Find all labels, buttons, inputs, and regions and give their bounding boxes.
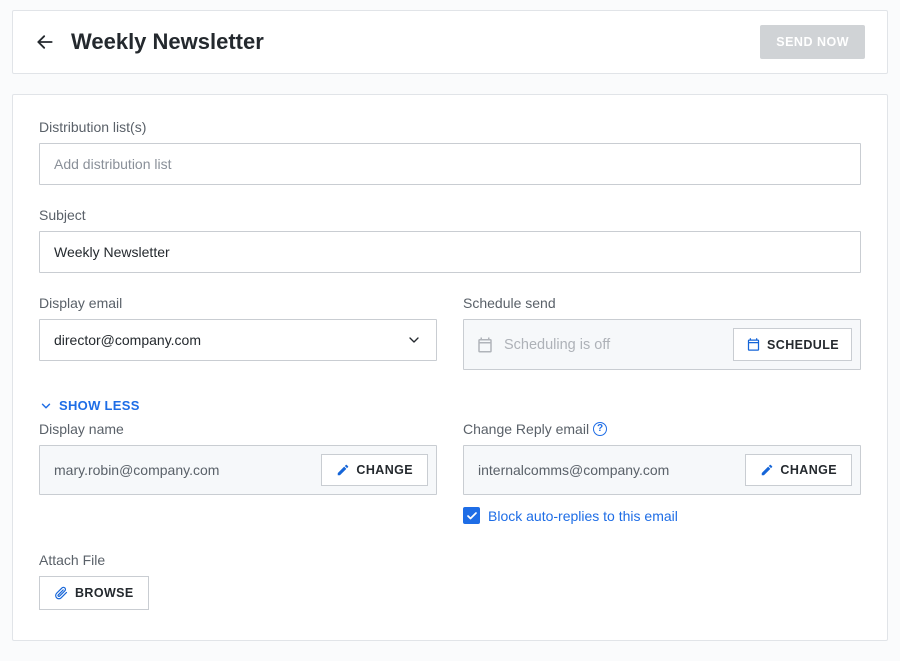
show-less-label: SHOW LESS [59, 398, 140, 413]
display-name-label: Display name [39, 421, 437, 437]
schedule-box: Scheduling is off SCHEDULE [463, 319, 861, 370]
display-email-value: director@company.com [54, 332, 201, 348]
block-auto-replies-checkbox[interactable]: Block auto-replies to this email [463, 507, 861, 524]
browse-button-label: BROWSE [75, 586, 134, 600]
display-name-change-button[interactable]: CHANGE [321, 454, 428, 486]
display-name-value: mary.robin@company.com [54, 462, 311, 478]
schedule-field: Schedule send Scheduling is off SCHEDULE [463, 295, 861, 370]
display-email-label: Display email [39, 295, 437, 311]
display-email-field: Display email director@company.com [39, 295, 437, 370]
subject-input[interactable] [39, 231, 861, 273]
display-name-box: mary.robin@company.com CHANGE [39, 445, 437, 495]
show-less-toggle[interactable]: SHOW LESS [39, 398, 140, 413]
send-now-button[interactable]: SEND NOW [760, 25, 865, 59]
help-icon[interactable]: ? [593, 422, 607, 436]
schedule-status-text: Scheduling is off [504, 337, 723, 353]
compose-form: Distribution list(s) Subject Display ema… [12, 94, 888, 641]
display-name-field: Display name mary.robin@company.com CHAN… [39, 421, 437, 524]
display-name-change-label: CHANGE [356, 463, 413, 477]
distribution-field: Distribution list(s) [39, 119, 861, 185]
pencil-icon [336, 463, 350, 477]
header-bar: Weekly Newsletter SEND NOW [12, 10, 888, 74]
schedule-button[interactable]: SCHEDULE [733, 328, 852, 361]
reply-email-change-label: CHANGE [780, 463, 837, 477]
display-email-select[interactable]: director@company.com [39, 319, 437, 361]
checkbox-checked-icon [463, 507, 480, 524]
pencil-icon [760, 463, 774, 477]
subject-label: Subject [39, 207, 861, 223]
reply-email-change-button[interactable]: CHANGE [745, 454, 852, 486]
calendar-off-icon [476, 336, 494, 354]
reply-email-box: internalcomms@company.com CHANGE [463, 445, 861, 495]
attach-file-label: Attach File [39, 552, 861, 568]
subject-field: Subject [39, 207, 861, 273]
browse-button[interactable]: BROWSE [39, 576, 149, 610]
calendar-icon [746, 337, 761, 352]
arrow-left-icon [35, 32, 55, 52]
chevron-down-icon [39, 399, 53, 413]
reply-email-field: Change Reply email ? internalcomms@compa… [463, 421, 861, 524]
chevron-down-icon [406, 332, 422, 348]
reply-email-label: Change Reply email ? [463, 421, 861, 437]
schedule-button-label: SCHEDULE [767, 338, 839, 352]
paperclip-icon [54, 585, 68, 601]
distribution-input[interactable] [39, 143, 861, 185]
attach-file-field: Attach File BROWSE [39, 552, 861, 610]
schedule-label: Schedule send [463, 295, 861, 311]
reply-email-value: internalcomms@company.com [478, 462, 735, 478]
block-auto-replies-label: Block auto-replies to this email [488, 508, 678, 524]
page-title: Weekly Newsletter [71, 29, 760, 55]
back-button[interactable] [35, 32, 55, 52]
distribution-label: Distribution list(s) [39, 119, 861, 135]
